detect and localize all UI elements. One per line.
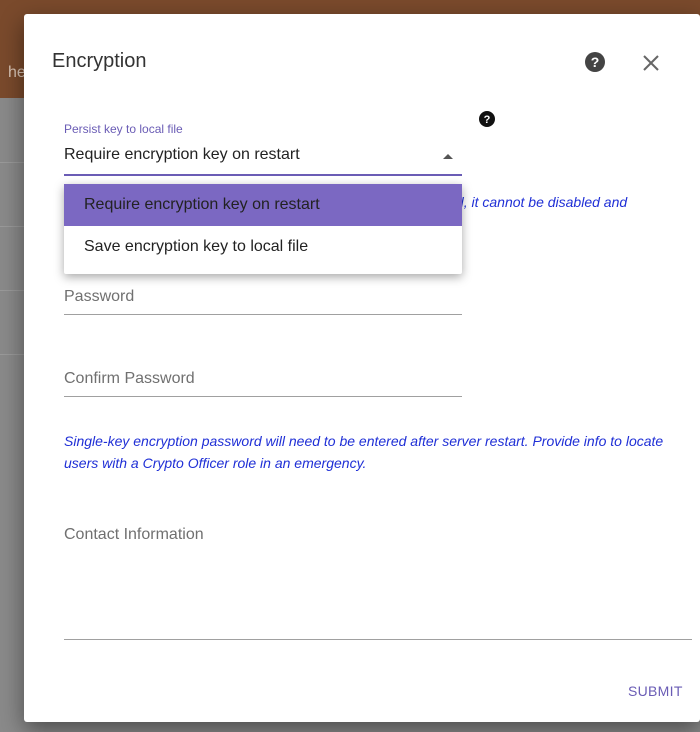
- svg-text:?: ?: [591, 54, 600, 70]
- background-divider: [0, 354, 24, 355]
- password-placeholder: Password: [64, 288, 135, 305]
- help-icon[interactable]: ?: [584, 51, 606, 73]
- contact-information-underline: [64, 639, 692, 640]
- select-underline: [64, 174, 462, 176]
- close-icon: [643, 55, 659, 71]
- contact-information-field[interactable]: Contact Information: [64, 526, 692, 544]
- confirm-password-placeholder: Confirm Password: [64, 370, 195, 387]
- svg-text:?: ?: [484, 114, 491, 126]
- dropdown-arrow-icon[interactable]: [443, 154, 453, 159]
- dropdown-menu: Require encryption key on restart Save e…: [64, 184, 462, 274]
- dropdown-option-save-key[interactable]: Save encryption key to local file: [64, 226, 462, 268]
- password-underline: [64, 314, 462, 315]
- confirm-password-underline: [64, 396, 462, 397]
- field-help-icon[interactable]: ?: [478, 110, 496, 128]
- close-button[interactable]: [638, 50, 664, 76]
- note-right-fragment: ed, it cannot be disabled and: [448, 194, 628, 210]
- background-divider: [0, 226, 24, 227]
- persist-key-select[interactable]: Require encryption key on restart: [64, 146, 300, 164]
- info-text: Single-key encryption password will need…: [64, 433, 664, 471]
- submit-button[interactable]: SUBMIT: [628, 683, 683, 699]
- persist-key-label: Persist key to local file: [64, 122, 183, 136]
- confirm-password-field[interactable]: Confirm Password: [64, 370, 462, 397]
- dropdown-option-require-key[interactable]: Require encryption key on restart: [64, 184, 462, 226]
- dialog-title: Encryption: [52, 50, 147, 72]
- background-divider: [0, 290, 24, 291]
- password-field[interactable]: Password: [64, 288, 462, 315]
- encryption-dialog: Encryption ? Persist key to local file R…: [24, 14, 700, 722]
- contact-information-placeholder: Contact Information: [64, 526, 204, 543]
- background-divider: [0, 162, 24, 163]
